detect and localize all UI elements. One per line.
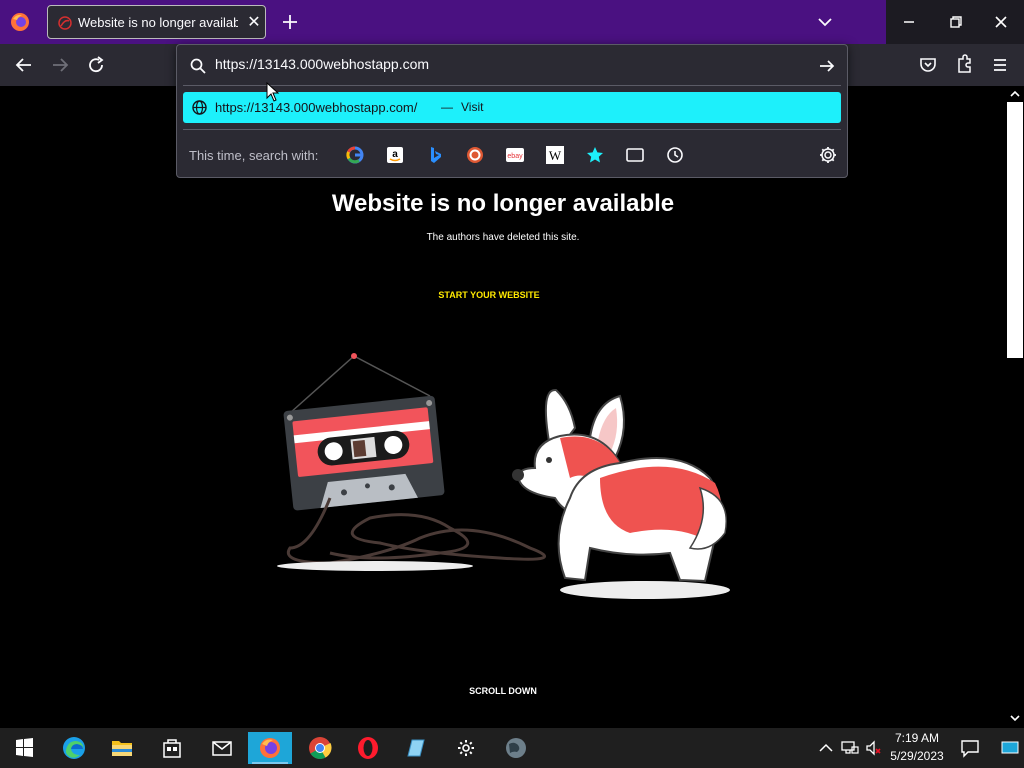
go-arrow-icon[interactable] [817,56,837,76]
google-icon[interactable] [344,144,366,166]
scroll-down-label: SCROLL DOWN [469,686,537,696]
suggestion-action: Visit [461,100,484,114]
new-tab-icon[interactable] [278,10,302,34]
close-window-icon[interactable] [978,0,1024,44]
notepad-icon[interactable] [394,732,438,764]
url-divider-2 [183,129,841,130]
url-input[interactable]: https://13143.000webhostapp.com [215,56,429,72]
svg-text:ebay: ebay [507,153,523,160]
search-with-label: This time, search with: [189,148,319,163]
back-icon[interactable] [12,53,36,77]
settings-icon[interactable] [444,732,488,764]
clock-time[interactable]: 7:19 AM [888,731,946,745]
network-icon[interactable] [840,738,860,758]
clock-date[interactable]: 5/29/2023 [888,749,946,763]
wikipedia-icon[interactable]: W [544,144,566,166]
edge-icon[interactable] [52,732,96,764]
page-scrollbar[interactable] [1006,86,1024,726]
notifications-icon[interactable] [958,736,982,760]
tab-active[interactable]: Website is no longer available | ✕ [47,5,266,39]
restore-icon[interactable] [932,0,978,44]
string-pin [351,353,357,359]
ebay-icon[interactable]: ebay [504,144,526,166]
history-icon[interactable] [664,144,686,166]
urlbar-dropdown: https://13143.000webhostapp.com https://… [176,44,848,178]
search-icon [190,58,206,74]
minimize-icon[interactable] [886,0,932,44]
mouse-cursor-icon [266,82,280,102]
tangled-tape [286,497,546,565]
suggestion-url: https://13143.000webhostapp.com/ [215,100,418,115]
start-website-link[interactable]: START YOUR WEBSITE [0,290,978,300]
corgi-icon [512,389,730,599]
chrome-icon[interactable] [298,732,342,764]
url-divider [183,85,841,86]
scroll-down-icon[interactable] [1009,712,1021,724]
active-indicator [252,762,288,764]
windows-start-icon[interactable] [2,732,46,764]
cassette-icon [283,395,445,511]
firefox-menu-icon[interactable] [8,10,32,34]
show-desktop-icon[interactable] [998,736,1022,760]
suggestion-dash: — [441,100,453,114]
svg-text:a: a [392,149,398,160]
cassette-corgi-illustration [277,353,730,599]
extensions-icon[interactable] [952,53,976,77]
tape-shadow [277,561,473,571]
chevron-up-icon[interactable] [816,738,836,758]
tabs-icon[interactable] [624,144,646,166]
volume-muted-icon[interactable] [864,738,884,758]
page-content: Website is no longer available The autho… [0,86,1006,726]
duckduckgo-icon[interactable] [464,144,486,166]
app-menu-icon[interactable] [988,53,1012,77]
list-all-tabs-icon[interactable] [814,12,836,32]
scroll-up-icon[interactable] [1009,88,1021,100]
search-settings-gear-icon[interactable] [817,144,839,166]
bing-icon[interactable] [424,144,446,166]
taskbar: 7:19 AM 5/29/2023 [0,728,1024,768]
pocket-icon[interactable] [916,53,940,77]
scroll-thumb[interactable] [1007,102,1023,358]
tab-title: Website is no longer available | [78,15,238,30]
tab-bar: Website is no longer available | ✕ [0,0,1024,44]
store-icon[interactable] [150,732,194,764]
file-explorer-icon[interactable] [100,732,144,764]
tab-favicon-icon [58,16,72,30]
reload-icon[interactable] [84,53,108,77]
svg-text:W: W [549,148,562,163]
app-globe-icon[interactable] [494,732,538,764]
page-subtitle: The authors have deleted this site. [426,232,580,243]
globe-icon [192,100,207,115]
opera-icon[interactable] [346,732,390,764]
firefox-taskbar-button[interactable] [248,732,292,764]
url-suggestion-visit[interactable]: https://13143.000webhostapp.com/ — Visit [183,92,841,123]
mail-icon[interactable] [200,732,244,764]
forward-icon[interactable] [48,53,72,77]
window-controls [886,0,1024,44]
firefox-icon [260,738,280,758]
bookmarks-icon[interactable] [584,144,606,166]
tab-close-icon[interactable]: ✕ [245,14,263,32]
amazon-icon[interactable]: a [384,144,406,166]
page-title: Website is no longer available [331,190,675,217]
